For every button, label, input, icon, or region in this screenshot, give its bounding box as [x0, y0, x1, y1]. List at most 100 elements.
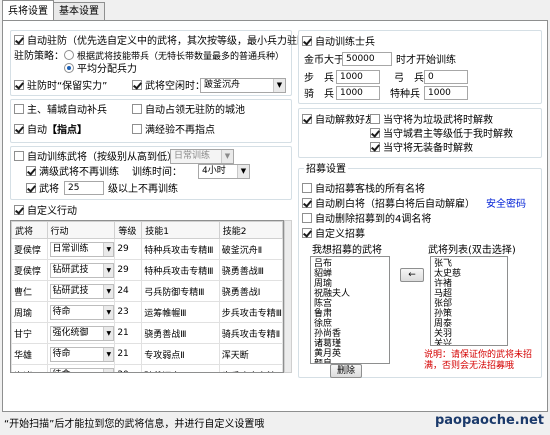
general-level-checkbox[interactable]: 武将 — [26, 183, 59, 196]
list-item[interactable]: 诸葛瑾 — [314, 339, 386, 349]
keep-strength-checkbox[interactable]: 驻防时“保留实力” — [14, 80, 107, 93]
infantry-input[interactable]: 1000 — [336, 70, 380, 84]
table-scrollbar[interactable] — [284, 220, 292, 373]
list-item[interactable]: 徐庶 — [314, 319, 386, 329]
checkbox-icon — [132, 104, 142, 114]
list-item[interactable]: 鲁肃 — [314, 309, 386, 319]
recruit-inn-checkbox[interactable]: 自动招募客栈的所有名将 — [302, 183, 425, 196]
gold-threshold-input[interactable]: 50000 — [342, 52, 392, 66]
full-no-point-checkbox[interactable]: 满经验不再指点 — [132, 124, 215, 137]
list-item[interactable]: 吕布 — [314, 259, 386, 269]
chevron-down-icon: ▼ — [273, 79, 285, 92]
action-select[interactable]: 待命▼ — [49, 304, 114, 320]
list-item[interactable]: 马超 — [434, 289, 504, 299]
idle-checkbox[interactable]: 武将空闲时： — [132, 80, 205, 93]
cell-action[interactable]: 钻研武技 ▼ — [46, 259, 116, 281]
release-option-level[interactable]: 当守城君主等级低于我时解救 — [370, 128, 513, 141]
cell-action[interactable]: 待命▼ — [46, 364, 116, 372]
tab-basic-settings[interactable]: 基本设置 — [53, 2, 105, 20]
recruit-white-checkbox[interactable]: 自动刷白将（招募白将后自动解雇） — [302, 198, 475, 211]
cell-level: 21 — [114, 322, 143, 344]
chevron-down-icon: ▼ — [237, 165, 249, 178]
action-select[interactable]: 强化统御 ▼ — [49, 325, 114, 341]
general-level-input[interactable]: 25 — [64, 181, 104, 195]
list-item[interactable]: 陈宫 — [314, 299, 386, 309]
cell-skill1: 专攻弱点Ⅱ — [141, 343, 220, 365]
checkbox-icon — [132, 124, 142, 134]
table-row[interactable]: 甘宁 强化统御 ▼ 21 骁勇善战Ⅲ 骑兵攻击专精Ⅱ — [11, 322, 283, 344]
strategy-option-average[interactable]: 平均分配兵力 — [64, 63, 137, 76]
cavalry-input[interactable]: 1000 — [336, 86, 380, 100]
aux-supply-checkbox[interactable]: 主、辅城自动补兵 — [14, 104, 107, 117]
list-item[interactable]: 黄月英 — [314, 349, 386, 359]
cell-action[interactable]: 待命▼ — [46, 343, 116, 365]
auto-occupy-checkbox[interactable]: 自动占领无驻防的城池 — [132, 104, 245, 117]
recruit-custom-checkbox[interactable]: 自定义招募 — [302, 228, 365, 241]
chevron-down-icon: ▼ — [103, 347, 114, 361]
recruit-title: 招募设置 — [304, 163, 348, 176]
cell-action[interactable]: 待命▼ — [46, 301, 116, 323]
tab-bar: 兵将设置 基本设置 — [2, 0, 105, 20]
list-item[interactable]: 孙策 — [434, 309, 504, 319]
table-row[interactable]: 华雄 待命 ▼ 21 专攻弱点Ⅱ 浑天断 — [11, 343, 283, 365]
all-generals-list[interactable]: 张飞 太史慈 许褚 马超 张郃 孙策 周泰 关羽 关兴 — [430, 256, 508, 346]
tab-general-settings[interactable]: 兵将设置 — [2, 0, 54, 20]
auto-release-checkbox[interactable]: 自动解救好友 — [302, 114, 375, 127]
table-row[interactable]: 夏侯惇 钻研武技 ▼ 29 特种兵攻击专精Ⅲ 骁勇善战Ⅲ — [11, 259, 283, 281]
cell-action[interactable]: 强化统御 ▼ — [46, 322, 116, 344]
action-select[interactable]: 日常训练 ▼ — [49, 241, 114, 257]
auto-train-soldiers-checkbox[interactable]: 自动训练士兵 — [302, 36, 375, 49]
cell-action[interactable]: 钻研武技 ▼ — [46, 280, 116, 302]
list-item[interactable]: 张飞 — [434, 259, 504, 269]
archer-input[interactable]: 0 — [424, 70, 468, 84]
release-option-equipment[interactable]: 当守将无装备时解救 — [370, 142, 473, 155]
idle-action-select[interactable]: 跛釜沉舟 ▼ — [200, 78, 286, 93]
chevron-down-icon: ▼ — [103, 242, 114, 256]
list-item[interactable]: 许褚 — [434, 279, 504, 289]
release-option-garbage[interactable]: 当守将为垃圾武将时解救 — [370, 114, 493, 127]
move-left-button[interactable]: ← — [400, 268, 424, 282]
train-mode-select[interactable]: 日常训练 ▼ — [170, 149, 234, 164]
full-no-train-checkbox[interactable]: 满级武将不再训练 — [26, 166, 119, 179]
table-row[interactable]: 夏侯惇 日常训练 ▼ 29 特种兵攻击专精Ⅲ 破釜沉舟Ⅱ — [11, 238, 283, 260]
recruit-warning: 说明：请保证你的武将未招满，否则会无法招募哦 — [424, 350, 533, 371]
cell-action[interactable]: 日常训练 ▼ — [46, 238, 116, 260]
auto-garrison-checkbox[interactable]: 自动驻防（优先选自定义中的武将，其次按等级，最小兵力驻防） — [14, 35, 317, 48]
chevron-down-icon: ▼ — [103, 284, 114, 298]
list-item[interactable]: 太史慈 — [434, 269, 504, 279]
list-item[interactable]: 张郃 — [434, 299, 504, 309]
column-header-skill2[interactable]: 技能2 — [218, 221, 283, 239]
special-input[interactable]: 1000 — [424, 86, 468, 100]
strategy-option-skill[interactable]: 根据武将技能带兵（无特长带数量最多的普通兵种） — [64, 50, 284, 64]
action-select[interactable]: 待命▼ — [49, 346, 114, 362]
delete-button[interactable]: 删除 — [330, 364, 362, 378]
general-level-suffix: 级以上不再训练 — [108, 184, 178, 195]
list-item[interactable]: 祝融夫人 — [314, 289, 386, 299]
train-time-select[interactable]: 4小时 ▼ — [198, 164, 250, 179]
auto-train-checkbox[interactable]: 自动训练武将（按级别从高到低） — [14, 151, 177, 164]
list-item[interactable]: 周泰 — [434, 319, 504, 329]
column-header-general[interactable]: 武将 — [11, 221, 48, 239]
action-select[interactable]: 待命▼ — [49, 367, 114, 372]
list-item[interactable]: 关羽 — [434, 329, 504, 339]
table-row[interactable]: 许诸待命▼20破釜沉舟Ⅱ步兵攻击专精Ⅱ — [11, 364, 283, 372]
action-select[interactable]: 钻研武技 ▼ — [49, 262, 114, 278]
recruit-delete-checkbox[interactable]: 自动删除招募到的4调名将 — [302, 213, 431, 226]
cell-skill2: 骑兵攻击专精Ⅱ — [218, 322, 283, 344]
safe-password-link[interactable]: 安全密码 — [486, 198, 526, 211]
want-generals-list[interactable]: 吕布 貂蝉 周瑜 祝融夫人 陈宫 鲁肃 徐庶 孙尚香 诸葛瑾 黄月英 颜良 — [310, 256, 390, 364]
custom-action-checkbox[interactable]: 自定义行动 — [14, 205, 77, 218]
list-item[interactable]: 孙尚香 — [314, 329, 386, 339]
column-header-level[interactable]: 等级 — [114, 221, 143, 239]
column-header-skill1[interactable]: 技能1 — [141, 221, 220, 239]
cell-skill1: 特种兵攻击专精Ⅲ — [141, 259, 220, 281]
list-item[interactable]: 周瑜 — [314, 279, 386, 289]
list-item[interactable]: 貂蝉 — [314, 269, 386, 279]
table-row[interactable]: 周瑜 待命 ▼ 23 运筹帷幄Ⅲ 步兵攻击专精Ⅲ — [11, 301, 283, 323]
checkbox-icon — [302, 213, 312, 223]
auto-point-checkbox[interactable]: 自动【指点】 — [14, 124, 87, 137]
action-select[interactable]: 钻研武技 ▼ — [49, 283, 114, 299]
table-row[interactable]: 曹仁 钻研武技 ▼ 24 弓兵防御专精Ⅲ 骁勇善战Ⅰ — [11, 280, 283, 302]
column-header-action[interactable]: 行动 — [46, 221, 116, 239]
list-item[interactable]: 关兴 — [434, 339, 504, 345]
